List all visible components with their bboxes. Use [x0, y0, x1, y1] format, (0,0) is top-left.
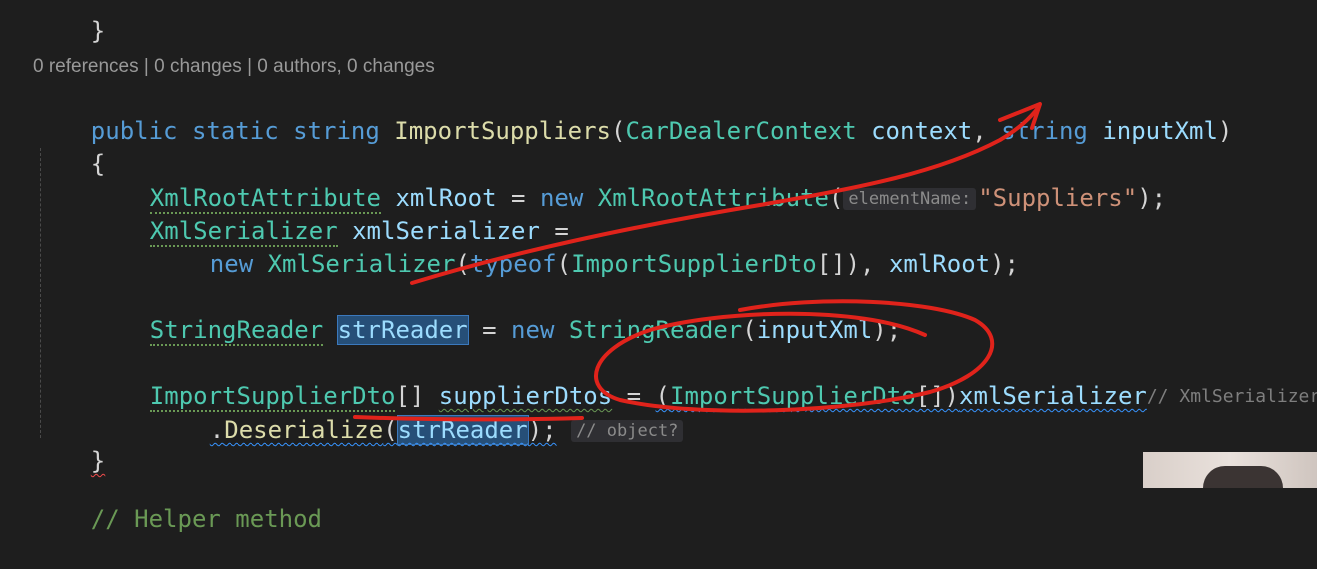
keyword-typeof: typeof	[469, 250, 557, 278]
arg-xmlroot[interactable]: xmlRoot	[889, 250, 990, 278]
paren-open: (	[828, 184, 844, 212]
paren-close: );	[527, 416, 557, 444]
bottom-comment: // Helper method	[90, 505, 322, 533]
cast-type-importsupplierdto[interactable]: ImportSupplierDto	[670, 382, 916, 410]
type-importsupplierdto[interactable]: ImportSupplierDto	[571, 250, 817, 278]
method-deserialize[interactable]: Deserialize	[224, 416, 383, 444]
deserialize-line: .Deserialize(strReader); // object?	[152, 381, 685, 483]
paren-open: (	[742, 316, 757, 344]
inlay-hint-elementname: elementName:	[843, 188, 977, 210]
inlay-hint-object: // object?	[571, 420, 684, 442]
arg-inputxml[interactable]: inputXml	[757, 316, 873, 344]
assign-op: =	[482, 316, 497, 344]
var-strreader-selected[interactable]: strReader	[336, 315, 469, 345]
ctor-stringreader[interactable]: StringReader	[569, 316, 742, 344]
arg-strreader-selected[interactable]: strReader	[396, 415, 529, 445]
statement-end: );	[990, 250, 1020, 278]
array-close: []),	[816, 250, 875, 278]
paren-open-2: (	[556, 250, 572, 278]
keyword-static: static	[191, 117, 279, 145]
ctor-xmlserializer[interactable]: XmlSerializer	[268, 250, 456, 278]
indent-guide	[40, 148, 41, 438]
paren-open: (	[383, 416, 398, 444]
keyword-string: string	[293, 117, 380, 145]
ctor-xmlrootattribute[interactable]: XmlRootAttribute	[598, 184, 829, 212]
string-suppliers: "Suppliers"	[978, 184, 1138, 212]
keyword-new: new	[511, 316, 555, 344]
comma: ,	[972, 117, 987, 145]
param-context[interactable]: context	[871, 117, 972, 145]
inlay-hint-xmlserializer: // XmlSerializer	[1146, 386, 1317, 407]
paren-open: (	[611, 117, 626, 145]
codelens-references[interactable]: 0 references | 0 changes | 0 authors, 0 …	[33, 56, 435, 78]
param-type-string: string	[1001, 117, 1088, 145]
param-inputxml[interactable]: inputXml	[1102, 117, 1218, 145]
keyword-new: new	[209, 250, 254, 278]
obj-xmlserializer[interactable]: xmlSerializer	[959, 382, 1147, 410]
paren-close: )	[1217, 117, 1233, 145]
code-line-bottom-comment: // Helper method	[33, 470, 322, 569]
paren-open: (	[455, 250, 470, 278]
closing-brace: }	[90, 17, 106, 45]
webcam-person	[1203, 466, 1283, 488]
member-dot: .	[209, 416, 225, 444]
param-type-context[interactable]: CarDealerContext	[625, 117, 856, 145]
statement-end: );	[1137, 184, 1167, 212]
type-stringreader[interactable]: StringReader	[149, 316, 324, 346]
code-editor[interactable]: } 0 references | 0 changes | 0 authors, …	[0, 0, 1317, 533]
method-name[interactable]: ImportSuppliers	[394, 117, 611, 145]
cast-close: [])	[915, 382, 959, 410]
webcam-overlay	[1143, 452, 1317, 488]
statement-end: );	[872, 316, 902, 344]
